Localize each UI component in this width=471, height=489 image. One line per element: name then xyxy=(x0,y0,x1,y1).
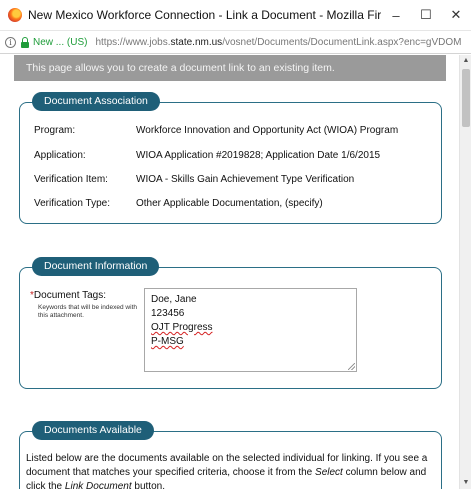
maximize-button[interactable]: ☐ xyxy=(411,0,441,31)
documents-available-description: Listed below are the documents available… xyxy=(26,452,438,489)
window-titlebar: New Mexico Workforce Connection - Link a… xyxy=(0,0,471,31)
document-tags-hint: Keywords that will be indexed with this … xyxy=(38,304,137,319)
tag-line: 123456 xyxy=(151,308,185,319)
url-bar[interactable]: i New ... (US) https://www.jobs.state.nm… xyxy=(0,31,471,54)
document-information-legend: Document Information xyxy=(32,257,160,276)
verification-type-label: Verification Type: xyxy=(34,198,110,209)
scroll-up-icon[interactable]: ▲ xyxy=(460,55,471,67)
vertical-scrollbar[interactable]: ▲ ▼ xyxy=(459,55,471,489)
minimize-button[interactable]: – xyxy=(381,0,411,31)
site-identity[interactable]: New ... (US) xyxy=(33,37,87,48)
url-prefix: https://www.jobs. xyxy=(95,36,171,48)
firefox-icon xyxy=(8,8,22,22)
documents-available-section: Documents Available Listed below are the… xyxy=(19,421,442,489)
page-content: This page allows you to create a documen… xyxy=(0,55,459,489)
select-column-ref: Select xyxy=(315,467,343,478)
scroll-thumb[interactable] xyxy=(462,69,470,127)
page-banner: This page allows you to create a documen… xyxy=(14,55,446,81)
tag-line: Doe, Jane xyxy=(151,294,197,305)
url-text[interactable]: https://www.jobs.state.nm.us/vosnet/Docu… xyxy=(95,37,461,48)
lock-icon xyxy=(20,36,30,48)
document-information-section: Document Information *Document Tags: Key… xyxy=(19,257,442,389)
description-text: button. xyxy=(131,481,165,489)
document-association-legend: Document Association xyxy=(32,92,160,111)
info-icon[interactable]: i xyxy=(5,36,16,48)
document-tags-textarea[interactable]: Doe, Jane 123456 OJT Progress P-MSG xyxy=(144,288,357,372)
resize-grip-icon[interactable] xyxy=(348,363,355,370)
documents-available-legend: Documents Available xyxy=(32,421,154,440)
link-document-ref: Link Document xyxy=(64,481,132,489)
url-suffix: /vosnet/Documents/DocumentLink.aspx?enc=… xyxy=(222,36,462,48)
close-button[interactable]: ✕ xyxy=(441,0,471,31)
scroll-down-icon[interactable]: ▼ xyxy=(460,477,471,489)
application-label: Application: xyxy=(34,150,86,161)
document-association-section: Document Association Program: Workforce … xyxy=(19,92,442,224)
tag-line: OJT Progress xyxy=(151,322,213,333)
verification-item-value: WIOA - Skills Gain Achievement Type Veri… xyxy=(136,174,355,185)
window-title: New Mexico Workforce Connection - Link a… xyxy=(28,8,381,22)
verification-type-value: Other Applicable Documentation, (specify… xyxy=(136,198,323,209)
document-tags-label-text: Document Tags: xyxy=(33,290,106,301)
url-domain: state.nm.us xyxy=(170,36,223,48)
document-tags-label: *Document Tags: xyxy=(30,290,106,301)
application-value: WIOA Application #2019828; Application D… xyxy=(136,150,381,161)
tag-line: P-MSG xyxy=(151,336,184,347)
program-label: Program: xyxy=(34,125,76,136)
program-value: Workforce Innovation and Opportunity Act… xyxy=(136,125,399,136)
verification-item-label: Verification Item: xyxy=(34,174,108,185)
